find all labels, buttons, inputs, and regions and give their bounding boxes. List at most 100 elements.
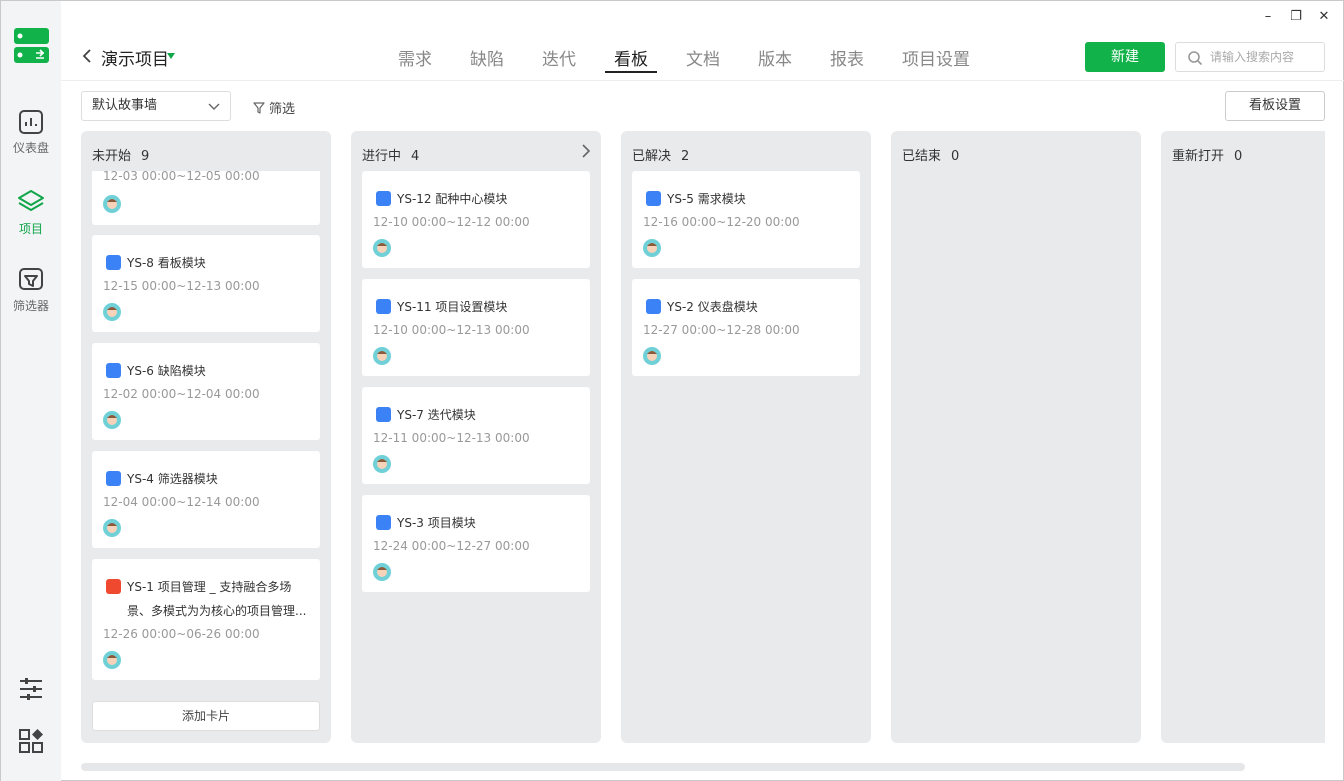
board-settings-button[interactable]: 看板设置 xyxy=(1225,91,1325,121)
tab-defects[interactable]: 缺陷 xyxy=(470,45,504,70)
card-title: YS-4 筛选器模块 xyxy=(106,467,311,491)
story-card[interactable]: YS-7 迭代模块 12-11 00:00~12-13 00:00 xyxy=(362,387,590,484)
card-date: 12-16 00:00~12-20 00:00 xyxy=(643,215,800,229)
caret-down-icon[interactable] xyxy=(167,53,175,59)
card-title: YS-8 看板模块 xyxy=(106,251,311,275)
heart-icon xyxy=(376,407,391,422)
story-card[interactable]: YS-6 缺陷模块 12-02 00:00~12-04 00:00 xyxy=(92,343,320,440)
story-card[interactable]: YS-12 配种中心模块 12-10 00:00~12-12 00:00 xyxy=(362,171,590,268)
tab-reports[interactable]: 报表 xyxy=(830,45,864,70)
close-icon[interactable]: ✕ xyxy=(1316,9,1332,25)
filter-board-icon xyxy=(19,268,43,290)
tab-project-settings[interactable]: 项目设置 xyxy=(902,45,970,70)
tab-versions[interactable]: 版本 xyxy=(758,45,792,70)
active-tab-indicator xyxy=(605,71,657,73)
story-card[interactable]: YS-8 看板模块 12-15 00:00~12-13 00:00 xyxy=(92,235,320,332)
heart-icon xyxy=(376,191,391,206)
card-title: YS-12 配种中心模块 xyxy=(376,187,581,211)
card-title: YS-1 项目管理 _ 支持融合多场 景、多模式为为核心的项目管理... xyxy=(106,575,311,623)
column-header: 未开始 9 xyxy=(92,149,150,164)
card-date: 12-11 00:00~12-13 00:00 xyxy=(373,431,530,445)
column-resolved: 已解决 2 YS-5 需求模块 12-16 00:00~12-20 00:00 Y… xyxy=(621,131,871,743)
card-date: 12-26 00:00~06-26 00:00 xyxy=(103,627,260,641)
card-title: YS-2 仪表盘模块 xyxy=(646,295,851,319)
board-select[interactable]: 默认故事墙 xyxy=(81,91,231,121)
heart-icon xyxy=(376,299,391,314)
column-header: 重新打开 0 xyxy=(1172,149,1243,164)
rail-item-dashboard[interactable]: 仪表盘 xyxy=(1,109,61,156)
sliders-icon[interactable] xyxy=(17,675,45,703)
horizontal-scrollbar[interactable] xyxy=(81,763,1245,771)
story-card[interactable]: YS-3 项目模块 12-24 00:00~12-27 00:00 xyxy=(362,495,590,592)
column-header: 进行中 4 xyxy=(362,149,420,164)
chevron-right-icon[interactable] xyxy=(581,143,591,159)
restore-icon[interactable]: ❐ xyxy=(1288,9,1304,25)
story-card[interactable]: YS-4 筛选器模块 12-04 00:00~12-14 00:00 xyxy=(92,451,320,548)
search-input[interactable] xyxy=(1210,48,1320,66)
heart-icon xyxy=(106,363,121,378)
board-select-value: 默认故事墙 xyxy=(92,98,158,113)
add-card-button[interactable]: 添加卡片 xyxy=(92,701,320,731)
card-date: 12-02 00:00~12-04 00:00 xyxy=(103,387,260,401)
minimize-icon[interactable]: – xyxy=(1260,9,1276,25)
epic-card[interactable]: YS-1 项目管理 _ 支持融合多场 景、多模式为为核心的项目管理... 12-2… xyxy=(92,559,320,680)
lightning-icon xyxy=(106,579,121,594)
column-header: 已结束 0 xyxy=(902,149,960,164)
heart-icon xyxy=(376,515,391,530)
story-card[interactable]: YS-2 仪表盘模块 12-27 00:00~12-28 00:00 xyxy=(632,279,860,376)
avatar xyxy=(373,347,391,365)
column-closed: 已结束 0 xyxy=(891,131,1141,743)
card-list[interactable]: 12-03 00:00~12-05 00:00 YS-8 看板模块 12-15 … xyxy=(92,171,320,701)
search-box[interactable] xyxy=(1175,42,1325,72)
avatar xyxy=(643,347,661,365)
card-date: 12-04 00:00~12-14 00:00 xyxy=(103,495,260,509)
card-title: YS-3 项目模块 xyxy=(376,511,581,535)
heart-icon xyxy=(106,255,121,270)
rail-item-filters[interactable]: 筛选器 xyxy=(1,267,61,314)
card-title: YS-11 项目设置模块 xyxy=(376,295,581,319)
card-date: 12-15 00:00~12-13 00:00 xyxy=(103,279,260,293)
dashboard-icon xyxy=(19,110,43,134)
card-list[interactable]: YS-5 需求模块 12-16 00:00~12-20 00:00 YS-2 仪… xyxy=(632,171,860,701)
rail-label: 仪表盘 xyxy=(12,141,49,155)
tab-docs[interactable]: 文档 xyxy=(686,45,720,70)
new-button[interactable]: 新建 xyxy=(1085,42,1165,72)
avatar xyxy=(373,563,391,581)
avatar xyxy=(643,239,661,257)
heart-icon xyxy=(646,191,661,206)
layers-icon xyxy=(18,190,44,211)
tab-requirements[interactable]: 需求 xyxy=(398,45,432,70)
tab-board[interactable]: 看板 xyxy=(614,45,648,70)
card-title: YS-6 缺陷模块 xyxy=(106,359,311,383)
funnel-icon xyxy=(253,102,265,114)
column-header: 已解决 2 xyxy=(632,149,690,164)
search-icon xyxy=(1188,51,1203,66)
column-reopened: 重新打开 0 xyxy=(1161,131,1325,743)
tab-iterations[interactable]: 迭代 xyxy=(542,45,576,70)
card-date: 12-24 00:00~12-27 00:00 xyxy=(373,539,530,553)
filter-button[interactable]: 筛选 xyxy=(253,98,295,117)
avatar xyxy=(103,651,121,669)
story-card[interactable]: YS-11 项目设置模块 12-10 00:00~12-13 00:00 xyxy=(362,279,590,376)
rail-label: 筛选器 xyxy=(12,299,49,313)
card-date: 12-27 00:00~12-28 00:00 xyxy=(643,323,800,337)
rail-item-project[interactable]: 项目 xyxy=(1,188,61,237)
app-logo-icon xyxy=(14,28,49,63)
avatar xyxy=(103,411,121,429)
filter-label: 筛选 xyxy=(269,102,296,117)
back-chevron-icon[interactable] xyxy=(79,46,95,66)
avatar xyxy=(103,303,121,321)
chevron-down-icon xyxy=(208,103,220,110)
column-not-started: 未开始 9 12-03 00:00~12-05 00:00 YS-8 看板模块 1… xyxy=(81,131,331,743)
card-title: YS-5 需求模块 xyxy=(646,187,851,211)
avatar xyxy=(373,239,391,257)
card-date: 12-10 00:00~12-13 00:00 xyxy=(373,323,530,337)
apps-grid-icon[interactable] xyxy=(17,727,45,755)
card-list[interactable]: YS-12 配种中心模块 12-10 00:00~12-12 00:00 YS-… xyxy=(362,171,590,701)
avatar xyxy=(103,519,121,537)
project-name[interactable]: 演示项目 xyxy=(101,45,169,70)
avatar xyxy=(103,195,121,213)
story-card[interactable]: YS-5 需求模块 12-16 00:00~12-20 00:00 xyxy=(632,171,860,268)
card-date: 12-10 00:00~12-12 00:00 xyxy=(373,215,530,229)
story-card[interactable]: 12-03 00:00~12-05 00:00 xyxy=(92,171,320,225)
